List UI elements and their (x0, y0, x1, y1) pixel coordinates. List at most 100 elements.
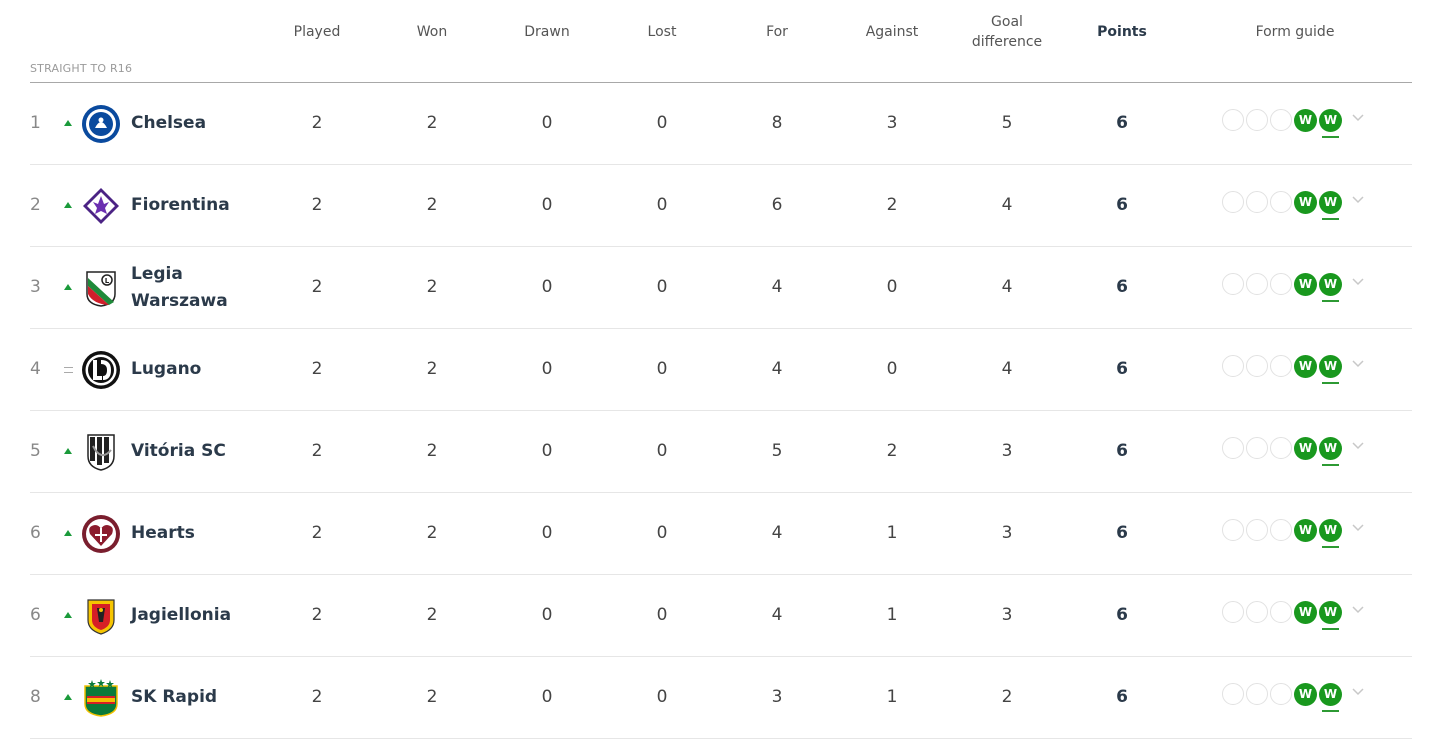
form-result-win[interactable]: W (1294, 191, 1317, 214)
team-name[interactable]: Jagiellonia (131, 575, 271, 656)
cell-against: 3 (886, 113, 898, 133)
form-guide[interactable]: WW (1222, 437, 1366, 466)
cell-lost: 0 (656, 359, 668, 379)
position-up-icon (64, 283, 74, 293)
team-name[interactable]: SK Rapid (131, 657, 271, 738)
table-row[interactable]: 8 SK Rapid 2 2 0 0 3 1 2 6 W W (30, 657, 1412, 739)
team-name[interactable]: Hearts (131, 493, 271, 574)
cell-points: 6 (1116, 605, 1128, 625)
position-up-icon (64, 611, 74, 621)
form-guide[interactable]: WW (1222, 355, 1366, 384)
cell-won: 2 (426, 195, 438, 215)
cell-lost: 0 (656, 605, 668, 625)
form-result-win[interactable]: W (1319, 601, 1342, 630)
position: 8 (30, 687, 41, 707)
hearts-crest-icon (81, 514, 121, 554)
table-row[interactable]: 6 Hearts 2 2 0 0 4 1 3 6 W W (30, 493, 1412, 575)
cell-gd: 3 (1001, 441, 1013, 461)
vitoria-crest-icon (81, 432, 121, 472)
table-row[interactable]: 2 Fiorentina 2 2 0 0 6 2 4 6 W W (30, 165, 1412, 247)
position: 6 (30, 605, 41, 625)
col-won: Won (416, 24, 448, 40)
form-result-win[interactable]: W (1294, 109, 1317, 132)
form-result-win[interactable]: W (1319, 683, 1342, 712)
form-empty-slot (1222, 683, 1244, 705)
team-name-text: Hearts (131, 523, 195, 543)
chevron-down-icon[interactable] (1350, 602, 1366, 618)
form-guide[interactable]: WW (1222, 273, 1366, 302)
team-name-text: Chelsea (131, 113, 207, 133)
form-empty-slot (1270, 109, 1292, 131)
team-name[interactable]: Fiorentina (131, 165, 271, 246)
standings-table: STRAIGHT TO R16 Played Won Drawn Lost Fo… (30, 0, 1412, 739)
cell-lost: 0 (656, 195, 668, 215)
form-empty-slot (1246, 437, 1268, 459)
form-guide[interactable]: WW (1222, 683, 1366, 712)
table-row[interactable]: 4 Lugano 2 2 0 0 4 0 4 6 W W (30, 329, 1412, 411)
form-empty-slot (1246, 191, 1268, 213)
chevron-down-icon[interactable] (1350, 356, 1366, 372)
chelsea-crest-icon (81, 104, 121, 144)
form-empty-slot (1246, 683, 1268, 705)
form-guide[interactable]: WW (1222, 109, 1366, 138)
team-name[interactable]: Vitória SC (131, 411, 271, 492)
cell-gd: 3 (1001, 523, 1013, 543)
table-row[interactable]: 6 Jagiellonia 2 2 0 0 4 1 3 6 W W (30, 575, 1412, 657)
form-empty-slot (1246, 355, 1268, 377)
lugano-crest-icon (81, 350, 121, 390)
form-result-win[interactable]: W (1294, 683, 1317, 706)
team-name-text: SK Rapid (131, 687, 218, 707)
fiorentina-crest-icon (81, 186, 121, 226)
cell-lost: 0 (656, 441, 668, 461)
chevron-down-icon[interactable] (1350, 274, 1366, 290)
chevron-down-icon[interactable] (1350, 192, 1366, 208)
cell-lost: 0 (656, 113, 668, 133)
cell-for: 4 (771, 605, 783, 625)
form-result-win[interactable]: W (1294, 355, 1317, 378)
form-result-win[interactable]: W (1319, 519, 1342, 548)
team-name[interactable]: Legia Warszawa (131, 247, 271, 328)
cell-played: 2 (311, 523, 323, 543)
chevron-down-icon[interactable] (1350, 684, 1366, 700)
form-guide[interactable]: WW (1222, 519, 1366, 548)
form-result-win[interactable]: W (1294, 273, 1317, 296)
form-result-win[interactable]: W (1319, 355, 1342, 384)
team-name[interactable]: Chelsea (131, 83, 271, 164)
table-row[interactable]: 5 Vitória SC 2 2 0 0 5 2 3 6 W W (30, 411, 1412, 493)
position-up-icon (64, 119, 74, 129)
form-result-win[interactable]: W (1294, 601, 1317, 624)
cell-lost: 0 (656, 277, 668, 297)
chevron-down-icon[interactable] (1350, 438, 1366, 454)
form-result-win[interactable]: W (1319, 109, 1342, 138)
cell-won: 2 (426, 113, 438, 133)
rapid-crest-icon (81, 678, 121, 718)
col-for: For (766, 24, 788, 40)
chevron-down-icon[interactable] (1350, 110, 1366, 126)
cell-drawn: 0 (541, 687, 553, 707)
team-name-text: Jagiellonia (131, 605, 232, 625)
cell-gd: 4 (1001, 277, 1013, 297)
cell-against: 2 (886, 441, 898, 461)
form-result-win[interactable]: W (1294, 519, 1317, 542)
form-result-win[interactable]: W (1294, 437, 1317, 460)
table-row[interactable]: 3 L Legia Warszawa 2 2 0 0 4 0 4 6 W W (30, 247, 1412, 329)
cell-played: 2 (311, 441, 323, 461)
cell-gd: 2 (1001, 687, 1013, 707)
form-empty-slot (1222, 273, 1244, 295)
table-row[interactable]: 1 Chelsea 2 2 0 0 8 3 5 6 W W (30, 83, 1412, 165)
form-empty-slot (1270, 437, 1292, 459)
cell-points: 6 (1116, 687, 1128, 707)
chevron-down-icon[interactable] (1350, 520, 1366, 536)
col-goal-difference: Goal difference (952, 12, 1062, 52)
form-result-win[interactable]: W (1319, 273, 1342, 302)
cell-for: 4 (771, 523, 783, 543)
form-result-win[interactable]: W (1319, 437, 1342, 466)
form-result-win[interactable]: W (1319, 191, 1342, 220)
form-guide[interactable]: WW (1222, 191, 1366, 220)
position: 2 (30, 195, 41, 215)
form-empty-slot (1270, 683, 1292, 705)
team-name-text: Vitória SC (131, 441, 226, 461)
cell-drawn: 0 (541, 605, 553, 625)
team-name[interactable]: Lugano (131, 329, 271, 410)
form-guide[interactable]: WW (1222, 601, 1366, 630)
